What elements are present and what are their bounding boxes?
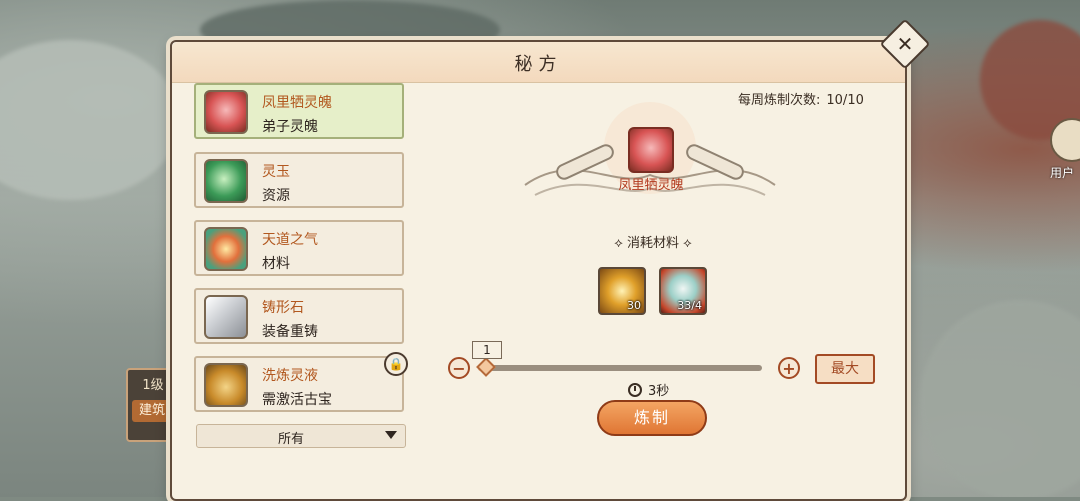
craft-time-value: 3秒 [648, 384, 670, 399]
quantity-slider-track[interactable] [478, 365, 762, 371]
craft-time: 3秒 [628, 380, 669, 399]
recipe-list: 凤里牺灵魄 弟子灵魄 灵玉 资源 天道之气 材料 铸形石 装备重铸 洗炼灵液 需… [194, 83, 408, 453]
close-icon: ✕ [896, 32, 914, 56]
panel-header: 秘方 [172, 42, 905, 83]
material-count: 33/4 [677, 299, 702, 312]
recipe-item-phoenix-soul[interactable]: 凤里牺灵魄 弟子灵魄 [194, 83, 404, 139]
ornament-right-icon: ⟡ [679, 236, 692, 251]
phoenix-soul-icon [628, 127, 674, 173]
ornament-left-icon: ⟡ [614, 236, 627, 251]
recipe-category: 材料 [262, 256, 290, 272]
product-name: 凤里牺灵魄 [618, 178, 684, 193]
recipe-category: 需激活古宝 [262, 392, 332, 408]
recipe-item-forging-stone[interactable]: 铸形石 装备重铸 [194, 288, 404, 344]
refining-liquid-icon [204, 363, 248, 407]
decrease-button[interactable]: − [448, 357, 470, 379]
quantity-value: 1 [472, 341, 502, 359]
max-button[interactable]: 最大 [815, 354, 875, 384]
recipe-name: 洗炼灵液 [262, 368, 318, 384]
materials-title: ⟡ 消耗材料 ⟡ [590, 232, 716, 251]
recipe-item-jade[interactable]: 灵玉 资源 [194, 152, 404, 208]
recipe-category: 资源 [262, 188, 290, 204]
increase-button[interactable]: + [778, 357, 800, 379]
recipe-category: 装备重铸 [262, 324, 318, 340]
filter-value: 所有 [277, 432, 304, 447]
recipe-name: 灵玉 [262, 164, 290, 180]
lock-icon: 🔒 [384, 352, 408, 376]
chevron-down-icon [385, 431, 397, 439]
build-label: 建筑 [132, 400, 172, 422]
panel-title: 秘方 [514, 54, 563, 75]
filter-dropdown[interactable]: 所有 [196, 424, 406, 448]
recipe-name: 天道之气 [262, 232, 318, 248]
minus-icon: − [452, 358, 466, 378]
materials-title-text: 消耗材料 [626, 236, 679, 251]
jade-icon [204, 159, 248, 203]
forging-stone-icon [204, 295, 248, 339]
material-slot-crystal-flame[interactable]: 33/4 [659, 267, 707, 315]
craft-button[interactable]: 炼制 [597, 400, 707, 436]
material-slot-yin-yang[interactable]: 30 [598, 267, 646, 315]
user-label: 用户 [1050, 166, 1075, 180]
weekly-value: 10/10 [826, 93, 864, 108]
recipe-item-heavenly-qi[interactable]: 天道之气 材料 [194, 220, 404, 276]
recipe-category: 弟子灵魄 [262, 119, 318, 135]
recipe-name: 凤里牺灵魄 [262, 95, 332, 111]
heavenly-qi-icon [204, 227, 248, 271]
user-avatar [1050, 118, 1080, 162]
phoenix-soul-icon [204, 90, 248, 134]
clock-icon [628, 383, 642, 397]
recipe-item-refining-liquid[interactable]: 洗炼灵液 需激活古宝 [194, 356, 404, 412]
recipe-name: 铸形石 [262, 300, 304, 316]
plus-icon: + [782, 358, 796, 378]
material-count: 30 [627, 299, 641, 312]
user-button[interactable]: 用户 [1050, 118, 1080, 180]
